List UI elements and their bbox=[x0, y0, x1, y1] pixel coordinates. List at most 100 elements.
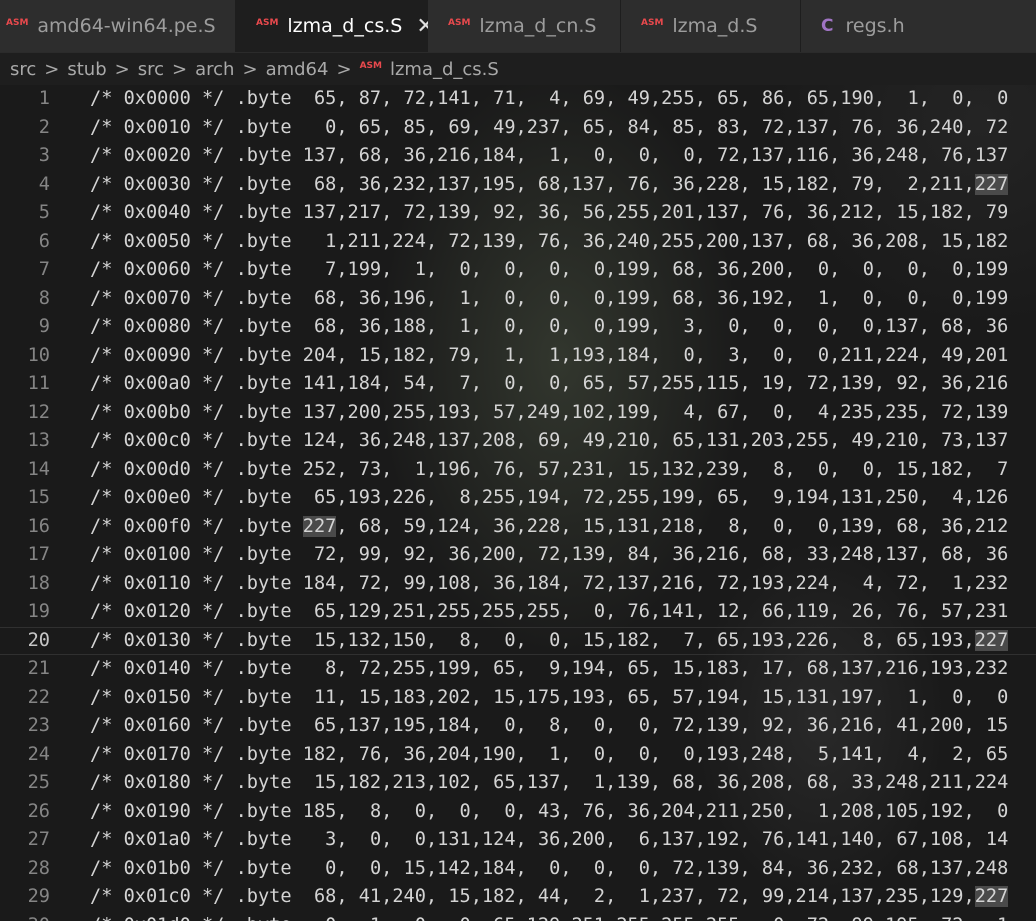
code-text: /* 0x01c0 */ .byte 68, 41,240, 15,182, 4… bbox=[90, 886, 1009, 907]
code-line[interactable]: 5 /* 0x0040 */ .byte 137,217, 72,139, 92,… bbox=[0, 199, 1036, 228]
code-line[interactable]: 3 /* 0x0020 */ .byte 137, 68, 36,216,184,… bbox=[0, 142, 1036, 171]
code-text: /* 0x0120 */ .byte 65,129,251,255,255,25… bbox=[90, 601, 1009, 622]
code-line[interactable]: 7 /* 0x0060 */ .byte 7,199, 1, 0, 0, 0, 0… bbox=[0, 256, 1036, 285]
code-text: /* 0x0170 */ .byte 182, 76, 36,204,190, … bbox=[90, 743, 1009, 765]
line-number: 10 bbox=[27, 344, 50, 366]
match-highlight: 227 bbox=[974, 886, 1009, 907]
code-text: /* 0x0180 */ .byte 15,182,213,102, 65,13… bbox=[90, 772, 1009, 793]
code-line[interactable]: 29 /* 0x01c0 */ .byte 68, 41,240, 15,182,… bbox=[0, 883, 1036, 912]
tab-lzma-d-cs[interactable]: ASM lzma_d_cs.S ✕ bbox=[236, 0, 435, 52]
code-text: /* 0x0030 */ .byte 68, 36,232,137,195, 6… bbox=[90, 173, 1009, 195]
code-editor[interactable]: 1 /* 0x0000 */ .byte 65, 87, 72,141, 71, … bbox=[0, 86, 1036, 921]
code-text: /* 0x00a0 */ .byte 141,184, 54, 7, 0, 0,… bbox=[90, 373, 1009, 394]
code-text: /* 0x0010 */ .byte 0, 65, 85, 69, 49,237… bbox=[90, 116, 1009, 138]
code-line[interactable]: 20 /* 0x0130 */ .byte 15,132,150, 8, 0, 0… bbox=[0, 626, 1036, 655]
code-line[interactable]: 4 /* 0x0030 */ .byte 68, 36,232,137,195, … bbox=[0, 171, 1036, 200]
line-number: 24 bbox=[27, 743, 50, 765]
line-number: 15 bbox=[27, 487, 50, 508]
code-line[interactable]: 16 /* 0x00f0 */ .byte 227, 68, 59,124, 36… bbox=[0, 513, 1036, 542]
asm-file-icon: ASM bbox=[448, 18, 471, 28]
code-line[interactable]: 2 /* 0x0010 */ .byte 0, 65, 85, 69, 49,23… bbox=[0, 114, 1036, 143]
line-number: 12 bbox=[27, 401, 50, 423]
code-line[interactable]: 14 /* 0x00d0 */ .byte 252, 73, 1,196, 76,… bbox=[0, 456, 1036, 485]
breadcrumb-item[interactable]: src bbox=[10, 59, 36, 80]
tab-amd64-win64[interactable]: ASM amd64-win64.pe.S bbox=[0, 0, 236, 52]
tab-regs-h[interactable]: C regs.h bbox=[801, 0, 1036, 52]
code-line[interactable]: 30 /* 0x01d0 */ .byte 0, 1, 0, 0, 65,129,… bbox=[0, 912, 1036, 921]
line-number: 11 bbox=[27, 373, 50, 394]
code-text: /* 0x00e0 */ .byte 65,193,226, 8,255,194… bbox=[90, 487, 1009, 508]
asm-file-icon: ASM bbox=[256, 18, 279, 28]
asm-file-icon: ASM bbox=[6, 18, 29, 28]
code-text: /* 0x00c0 */ .byte 124, 36,248,137,208, … bbox=[90, 430, 1009, 451]
tab-label: amd64-win64.pe.S bbox=[37, 15, 216, 37]
chevron-right-icon: > bbox=[114, 58, 130, 80]
line-number: 28 bbox=[27, 857, 50, 879]
line-number: 13 bbox=[27, 430, 50, 451]
line-number: 7 bbox=[38, 259, 50, 280]
code-line[interactable]: 18 /* 0x0110 */ .byte 184, 72, 99,108, 36… bbox=[0, 570, 1036, 599]
chevron-right-icon: > bbox=[336, 58, 352, 80]
code-line[interactable]: 17 /* 0x0100 */ .byte 72, 99, 92, 36,200,… bbox=[0, 541, 1036, 570]
code-text: /* 0x00f0 */ .byte 227, 68, 59,124, 36,2… bbox=[90, 515, 1009, 537]
code-line[interactable]: 22 /* 0x0150 */ .byte 11, 15,183,202, 15,… bbox=[0, 684, 1036, 713]
breadcrumb-item[interactable]: amd64 bbox=[266, 59, 329, 80]
code-line[interactable]: 12 /* 0x00b0 */ .byte 137,200,255,193, 57… bbox=[0, 399, 1036, 428]
code-line[interactable]: 11 /* 0x00a0 */ .byte 141,184, 54, 7, 0, … bbox=[0, 370, 1036, 399]
code-text: /* 0x0150 */ .byte 11, 15,183,202, 15,17… bbox=[90, 686, 1009, 708]
code-line[interactable]: 9 /* 0x0080 */ .byte 68, 36,188, 1, 0, 0,… bbox=[0, 313, 1036, 342]
line-number: 30 bbox=[0, 912, 50, 921]
tab-label: regs.h bbox=[845, 15, 905, 37]
code-text: /* 0x01a0 */ .byte 3, 0, 0,131,124, 36,2… bbox=[90, 829, 1009, 850]
code-text: /* 0x0100 */ .byte 72, 99, 92, 36,200, 7… bbox=[90, 544, 1009, 565]
line-number: 17 bbox=[27, 544, 50, 565]
line-number: 4 bbox=[38, 173, 50, 195]
match-highlight: 227 bbox=[974, 629, 1009, 651]
code-text: /* 0x0040 */ .byte 137,217, 72,139, 92, … bbox=[90, 202, 1009, 223]
breadcrumb: src > stub > src > arch > amd64 > ASM lz… bbox=[0, 53, 1036, 85]
chevron-right-icon: > bbox=[242, 58, 258, 80]
code-line[interactable]: 19 /* 0x0120 */ .byte 65,129,251,255,255,… bbox=[0, 598, 1036, 627]
tab-label: lzma_d_cn.S bbox=[479, 15, 597, 37]
code-line[interactable]: 24 /* 0x0170 */ .byte 182, 76, 36,204,190… bbox=[0, 741, 1036, 770]
line-number: 16 bbox=[27, 515, 50, 537]
breadcrumb-item[interactable]: stub bbox=[67, 59, 106, 80]
code-text: /* 0x0070 */ .byte 68, 36,196, 1, 0, 0, … bbox=[90, 287, 1009, 309]
code-text: /* 0x0160 */ .byte 65,137,195,184, 0, 8,… bbox=[90, 715, 1009, 736]
code-line[interactable]: 6 /* 0x0050 */ .byte 1,211,224, 72,139, 7… bbox=[0, 228, 1036, 257]
breadcrumb-item[interactable]: src bbox=[138, 59, 164, 80]
code-line[interactable]: 8 /* 0x0070 */ .byte 68, 36,196, 1, 0, 0,… bbox=[0, 285, 1036, 314]
code-line[interactable]: 13 /* 0x00c0 */ .byte 124, 36,248,137,208… bbox=[0, 427, 1036, 456]
tab-bar: ASM amd64-win64.pe.S ASM lzma_d_cs.S ✕ A… bbox=[0, 0, 1036, 53]
line-number: 1 bbox=[38, 88, 50, 109]
code-line[interactable]: 26 /* 0x0190 */ .byte 185, 8, 0, 0, 0, 43… bbox=[0, 798, 1036, 827]
code-line[interactable]: 21 /* 0x0140 */ .byte 8, 72,255,199, 65, … bbox=[0, 655, 1036, 684]
code-line[interactable]: 25 /* 0x0180 */ .byte 15,182,213,102, 65,… bbox=[0, 769, 1036, 798]
code-line[interactable]: 28 /* 0x01b0 */ .byte 0, 0, 15,142,184, 0… bbox=[0, 855, 1036, 884]
code-line[interactable]: 15 /* 0x00e0 */ .byte 65,193,226, 8,255,1… bbox=[0, 484, 1036, 513]
code-text: /* 0x0190 */ .byte 185, 8, 0, 0, 0, 43, … bbox=[90, 800, 1009, 822]
code-text: /* 0x01d0 */ .byte 0, 1, 0, 0, 65,129,25… bbox=[90, 912, 1008, 921]
code-line[interactable]: 27 /* 0x01a0 */ .byte 3, 0, 0,131,124, 36… bbox=[0, 826, 1036, 855]
code-line[interactable]: 10 /* 0x0090 */ .byte 204, 15,182, 79, 1,… bbox=[0, 342, 1036, 371]
code-text: /* 0x0020 */ .byte 137, 68, 36,216,184, … bbox=[90, 145, 1009, 166]
code-text: /* 0x00b0 */ .byte 137,200,255,193, 57,2… bbox=[90, 401, 1009, 423]
line-number: 21 bbox=[27, 658, 50, 679]
tab-lzma-d-cn[interactable]: ASM lzma_d_cn.S bbox=[428, 0, 621, 52]
tab-lzma-d[interactable]: ASM lzma_d.S bbox=[621, 0, 801, 52]
line-number: 25 bbox=[27, 772, 50, 793]
code-text: /* 0x0000 */ .byte 65, 87, 72,141, 71, 4… bbox=[90, 88, 1009, 109]
line-number: 19 bbox=[27, 601, 50, 622]
line-number: 2 bbox=[38, 116, 50, 138]
code-line[interactable]: 1 /* 0x0000 */ .byte 65, 87, 72,141, 71, … bbox=[0, 86, 1036, 114]
breadcrumb-file[interactable]: lzma_d_cs.S bbox=[390, 59, 499, 80]
code-text: /* 0x0090 */ .byte 204, 15,182, 79, 1, 1… bbox=[90, 344, 1009, 366]
line-number: 8 bbox=[38, 287, 50, 309]
code-text: /* 0x0050 */ .byte 1,211,224, 72,139, 76… bbox=[90, 230, 1009, 252]
line-number: 27 bbox=[27, 829, 50, 850]
tab-label: lzma_d.S bbox=[672, 15, 758, 37]
code-text: /* 0x0130 */ .byte 15,132,150, 8, 0, 0, … bbox=[90, 629, 1009, 651]
breadcrumb-item[interactable]: arch bbox=[195, 59, 234, 80]
line-number: 9 bbox=[38, 316, 50, 337]
code-line[interactable]: 23 /* 0x0160 */ .byte 65,137,195,184, 0, … bbox=[0, 712, 1036, 741]
